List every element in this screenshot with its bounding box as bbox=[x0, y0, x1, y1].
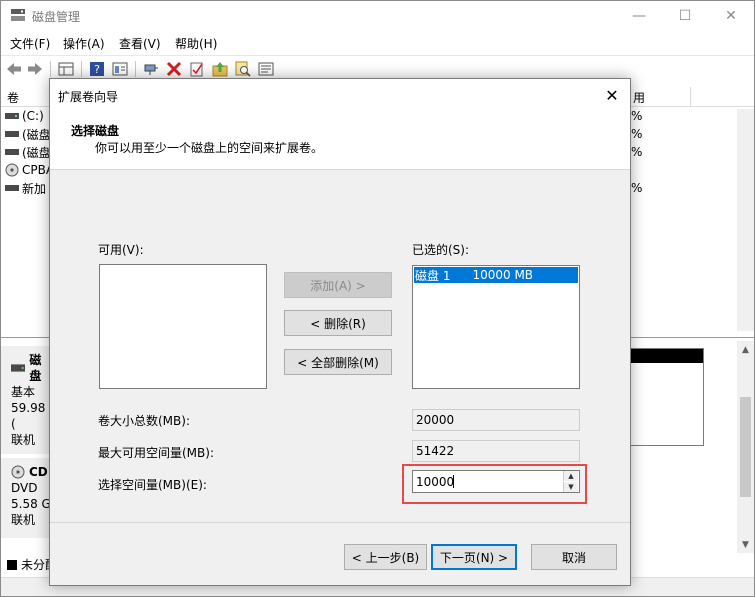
scroll-up-arrow[interactable]: ▲ bbox=[737, 341, 754, 358]
volume-used-pct: % bbox=[631, 109, 643, 123]
drive-icon bbox=[5, 149, 19, 155]
select-space-label: 选择空间量(MB)(E): bbox=[98, 478, 207, 492]
disk-status: 联机 bbox=[11, 433, 36, 447]
disk-1-label[interactable]: CD DVD 5.58 G 联机 bbox=[1, 458, 51, 538]
volume-label: 新加 bbox=[22, 181, 47, 196]
disk-type: DVD bbox=[11, 481, 38, 495]
properties-icon[interactable] bbox=[257, 60, 275, 78]
volume-used-pct: % bbox=[631, 127, 643, 141]
add-button[interactable]: 添加(A) > bbox=[284, 272, 392, 298]
help-icon[interactable]: ? bbox=[88, 60, 106, 78]
max-space-field: 51422 bbox=[412, 440, 580, 462]
available-disks-list[interactable] bbox=[99, 264, 267, 389]
selected-disk-name: 磁盘 1 bbox=[415, 268, 451, 283]
volume-label: (C:) bbox=[22, 109, 44, 123]
maximize-button[interactable]: ☐ bbox=[662, 1, 708, 30]
cd-icon bbox=[11, 465, 25, 479]
disk-icon bbox=[11, 364, 26, 372]
remove-button[interactable]: < 删除(R) bbox=[284, 310, 392, 336]
drive-icon bbox=[5, 131, 19, 137]
cd-drive-icon bbox=[5, 163, 19, 177]
volume-label: (磁盘 bbox=[22, 145, 51, 160]
disk-status: 联机 bbox=[11, 513, 36, 527]
column-volume[interactable]: 卷 bbox=[7, 89, 19, 106]
panel-icon[interactable] bbox=[111, 60, 129, 78]
total-size-label: 卷大小总数(MB): bbox=[98, 414, 190, 428]
remove-all-button[interactable]: < 全部删除(M) bbox=[284, 349, 392, 375]
title-bar: 磁盘管理 — ☐ ✕ bbox=[1, 1, 754, 31]
menu-action[interactable]: 操作(A) bbox=[63, 35, 105, 52]
minimize-button[interactable]: — bbox=[616, 1, 662, 30]
volume-used-pct: % bbox=[631, 181, 643, 195]
max-space-label: 最大可用空间量(MB): bbox=[98, 446, 214, 460]
connect-icon[interactable] bbox=[142, 60, 160, 78]
menu-bar: 文件(F) 操作(A) 查看(V) 帮助(H) bbox=[1, 32, 754, 52]
disk-name: 磁盘 bbox=[29, 353, 42, 383]
selected-label: 已选的(S): bbox=[412, 243, 470, 257]
grid-icon[interactable] bbox=[57, 60, 75, 78]
volume-row[interactable]: CPBA bbox=[5, 161, 54, 179]
menu-view[interactable]: 查看(V) bbox=[119, 35, 161, 52]
disk-name: CD bbox=[29, 465, 48, 479]
highlight-annotation bbox=[402, 464, 587, 504]
volume-row[interactable]: (磁盘 bbox=[5, 125, 51, 143]
disk-type: 基本 bbox=[11, 385, 36, 399]
forward-arrow-icon[interactable] bbox=[26, 60, 44, 78]
scroll-thumb[interactable] bbox=[740, 397, 751, 497]
disk-management-app-icon bbox=[11, 9, 25, 21]
dialog-title-bar: 扩展卷向导 ✕ bbox=[50, 79, 630, 110]
back-arrow-icon[interactable] bbox=[5, 60, 23, 78]
volume-row[interactable]: 新加 bbox=[5, 179, 46, 197]
dialog-title: 扩展卷向导 bbox=[58, 90, 119, 104]
selected-disk-size: 10000 MB bbox=[472, 268, 534, 282]
delete-x-icon[interactable] bbox=[165, 60, 183, 78]
dialog-header-subtitle: 你可以用至少一个磁盘上的空间来扩展卷。 bbox=[95, 141, 324, 155]
column-used[interactable]: 用 bbox=[633, 89, 645, 106]
available-label: 可用(V): bbox=[98, 243, 144, 257]
search-doc-icon[interactable] bbox=[234, 60, 252, 78]
disk-view-scrollbar[interactable]: ▲ ▼ bbox=[737, 341, 754, 553]
footer-separator bbox=[50, 522, 630, 523]
volume-row[interactable]: (磁盘 bbox=[5, 143, 51, 161]
window-title: 磁盘管理 bbox=[32, 10, 81, 24]
check-doc-icon[interactable] bbox=[188, 60, 206, 78]
legend-swatch bbox=[7, 559, 17, 570]
disk-0-partition[interactable] bbox=[629, 348, 704, 446]
dialog-header-title: 选择磁盘 bbox=[71, 124, 120, 138]
back-button[interactable]: < 上一步(B) bbox=[344, 544, 427, 570]
extend-volume-wizard-dialog: 扩展卷向导 ✕ 选择磁盘 你可以用至少一个磁盘上的空间来扩展卷。 可用(V): … bbox=[49, 78, 631, 586]
cancel-button[interactable]: 取消 bbox=[531, 544, 617, 570]
svg-text:?: ? bbox=[94, 63, 100, 76]
selected-disk-item[interactable]: 磁盘 1 10000 MB bbox=[414, 267, 578, 283]
drive-icon bbox=[5, 113, 19, 119]
menu-help[interactable]: 帮助(H) bbox=[175, 35, 217, 52]
menu-file[interactable]: 文件(F) bbox=[10, 35, 50, 52]
disk-size: 59.98 ( bbox=[11, 401, 46, 431]
close-button[interactable]: ✕ bbox=[708, 1, 754, 30]
folder-up-icon[interactable] bbox=[211, 60, 229, 78]
volume-list-scrollbar[interactable] bbox=[737, 109, 754, 331]
disk-size: 5.58 G bbox=[11, 497, 51, 511]
next-button[interactable]: 下一页(N) > bbox=[431, 544, 517, 570]
volume-label: (磁盘 bbox=[22, 127, 51, 142]
disk-0-label[interactable]: 磁盘 基本 59.98 ( 联机 bbox=[1, 346, 51, 454]
dialog-header: 选择磁盘 你可以用至少一个磁盘上的空间来扩展卷。 bbox=[50, 110, 630, 170]
selected-disks-list[interactable]: 磁盘 1 10000 MB bbox=[412, 265, 580, 389]
drive-icon bbox=[5, 185, 19, 191]
volume-row[interactable]: (C:) bbox=[5, 107, 44, 125]
volume-used-pct: % bbox=[631, 145, 643, 159]
scroll-down-arrow[interactable]: ▼ bbox=[737, 536, 754, 553]
dialog-close-button[interactable]: ✕ bbox=[602, 85, 622, 105]
total-size-field: 20000 bbox=[412, 409, 580, 431]
